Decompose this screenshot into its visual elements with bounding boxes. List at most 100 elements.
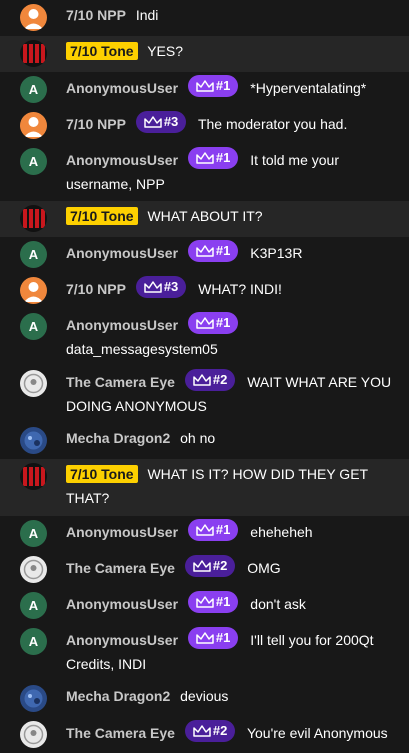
avatar-letter: A [28, 246, 39, 262]
crown-icon [144, 116, 162, 128]
crown-icon [196, 152, 214, 164]
avatar-letter: A [28, 153, 39, 169]
rank-number: #1 [215, 630, 231, 645]
crown-icon [196, 80, 214, 92]
rank-badge: #1 [187, 240, 239, 262]
chat-message: 7/10 NPP #3 WHAT? INDI! [0, 273, 409, 309]
avatar-letter: A [28, 525, 39, 541]
username[interactable]: The Camera Eye [66, 725, 175, 741]
message-text: data_messagesystem05 [66, 341, 218, 357]
crown-icon [196, 245, 214, 257]
user-avatar[interactable]: A [20, 520, 47, 547]
user-avatar[interactable] [20, 685, 47, 712]
rank-number: #1 [215, 315, 231, 330]
user-avatar[interactable] [20, 463, 47, 490]
rank-number: #1 [215, 150, 231, 165]
username[interactable]: AnonymousUser [66, 245, 178, 261]
chat-message: 7/10 Tone WHAT IS IT? HOW DID THEY GET T… [0, 459, 409, 516]
chat-message: The Camera Eye #2 WAIT WHAT ARE YOU DOIN… [0, 366, 409, 423]
message-text: oh no [180, 430, 216, 446]
chat-message: 7/10 NPP Indi [0, 0, 409, 36]
message-text: YES? [147, 43, 183, 59]
message-text: The moderator you had. [197, 116, 348, 132]
message-text: WHAT ABOUT IT? [147, 208, 263, 224]
user-avatar[interactable] [20, 40, 47, 67]
rank-number: #2 [212, 558, 228, 573]
chat-message: A AnonymousUser #1 K3P13R [0, 237, 409, 273]
username[interactable]: AnonymousUser [66, 632, 178, 648]
username[interactable]: AnonymousUser [66, 152, 178, 168]
user-avatar[interactable] [20, 112, 47, 139]
username[interactable]: 7/10 NPP [66, 281, 126, 297]
message-text: don't ask [250, 596, 306, 612]
username[interactable]: The Camera Eye [66, 560, 175, 576]
rank-number: #1 [215, 78, 231, 93]
rank-badge: #1 [187, 147, 239, 169]
rank-badge: #2 [184, 555, 236, 577]
message-text: OMG [247, 560, 281, 576]
rank-number: #2 [212, 723, 228, 738]
crown-icon [196, 317, 214, 329]
message-text: eheheheh [250, 524, 313, 540]
rank-badge: #2 [184, 369, 236, 391]
username-highlight[interactable]: 7/10 Tone [66, 465, 138, 483]
chat-message: Mecha Dragon2 devious [0, 681, 409, 717]
chat-log: 7/10 NPP Indi 7/10 Tone YES? A Anonymous… [0, 0, 409, 753]
chat-message: A AnonymousUser #1 *Hyperventalating* [0, 72, 409, 108]
chat-message: 7/10 Tone WHAT ABOUT IT? [0, 201, 409, 237]
username[interactable]: AnonymousUser [66, 317, 178, 333]
chat-message: Mecha Dragon2 oh no [0, 423, 409, 459]
user-avatar[interactable]: A [20, 148, 47, 175]
user-avatar[interactable] [20, 556, 47, 583]
username-highlight[interactable]: 7/10 Tone [66, 42, 138, 60]
username-highlight[interactable]: 7/10 Tone [66, 207, 138, 225]
user-avatar[interactable]: A [20, 592, 47, 619]
chat-message: 7/10 NPP #3 The moderator you had. [0, 108, 409, 144]
username[interactable]: AnonymousUser [66, 80, 178, 96]
crown-icon [193, 374, 211, 386]
message-text: You're evil Anonymous [246, 725, 388, 741]
rank-badge: #1 [187, 312, 239, 334]
username[interactable]: AnonymousUser [66, 524, 178, 540]
rank-badge: #3 [135, 276, 187, 298]
username[interactable]: The Camera Eye [66, 374, 175, 390]
user-avatar[interactable]: A [20, 628, 47, 655]
user-avatar[interactable] [20, 721, 47, 748]
rank-badge: #1 [187, 519, 239, 541]
crown-icon [144, 281, 162, 293]
user-avatar[interactable] [20, 277, 47, 304]
username[interactable]: AnonymousUser [66, 596, 178, 612]
avatar-letter: A [28, 597, 39, 613]
username[interactable]: Mecha Dragon2 [66, 430, 170, 446]
username[interactable]: Mecha Dragon2 [66, 688, 170, 704]
rank-badge: #3 [135, 111, 187, 133]
rank-badge: #2 [184, 720, 236, 742]
chat-message: A AnonymousUser #1 I'll tell you for 200… [0, 624, 409, 681]
user-avatar[interactable]: A [20, 313, 47, 340]
message-text: *Hyperventalating* [250, 80, 367, 96]
chat-message: A AnonymousUser #1 eheheheh [0, 516, 409, 552]
rank-number: #1 [215, 243, 231, 258]
chat-message: A AnonymousUser #1 It told me your usern… [0, 144, 409, 201]
crown-icon [193, 725, 211, 737]
username[interactable]: 7/10 NPP [66, 7, 126, 23]
user-avatar[interactable] [20, 427, 47, 454]
rank-number: #1 [215, 594, 231, 609]
user-avatar[interactable] [20, 4, 47, 31]
user-avatar[interactable]: A [20, 241, 47, 268]
rank-badge: #1 [187, 627, 239, 649]
crown-icon [196, 632, 214, 644]
rank-badge: #1 [187, 591, 239, 613]
message-text: Indi [135, 7, 159, 23]
user-avatar[interactable] [20, 205, 47, 232]
avatar-letter: A [28, 633, 39, 649]
avatar-letter: A [28, 318, 39, 334]
username[interactable]: 7/10 NPP [66, 116, 126, 132]
message-text: K3P13R [250, 245, 303, 261]
chat-message: A AnonymousUser #1 data_messagesystem05 [0, 309, 409, 366]
user-avatar[interactable] [20, 370, 47, 397]
chat-message: 7/10 Tone YES? [0, 36, 409, 72]
user-avatar[interactable]: A [20, 76, 47, 103]
crown-icon [193, 560, 211, 572]
message-text: WHAT? INDI! [198, 281, 282, 297]
